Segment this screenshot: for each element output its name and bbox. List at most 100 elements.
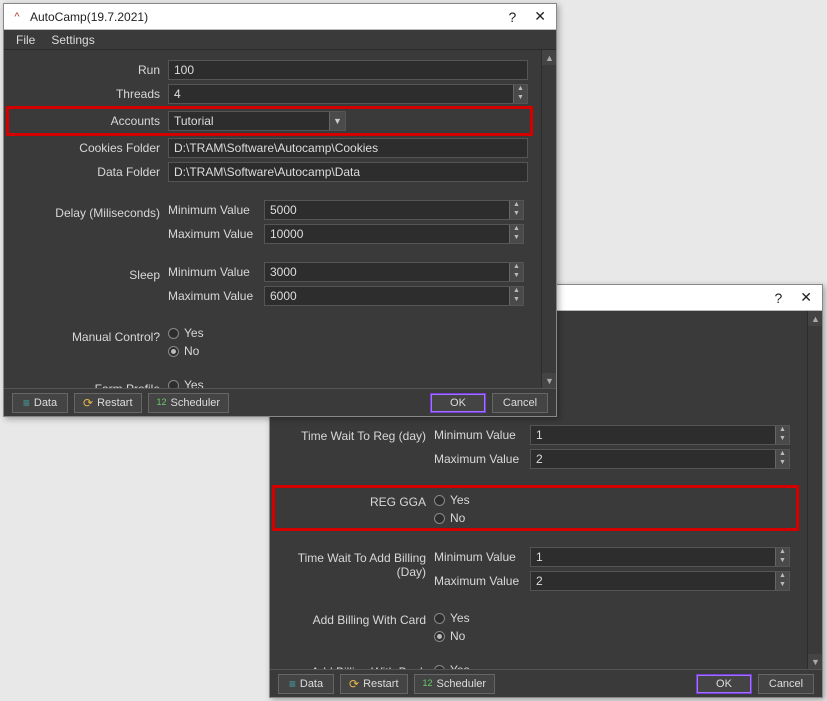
sleep-max-input[interactable]: 6000 — [264, 286, 524, 306]
spin-up-icon[interactable]: ▲ — [775, 548, 789, 557]
spin-down-icon[interactable]: ▼ — [513, 94, 527, 103]
settings-window-1: ^ AutoCamp(19.7.2021) ? ✕ File Settings … — [3, 3, 557, 417]
spin-down-icon[interactable]: ▼ — [775, 581, 789, 590]
row-accounts: Accounts Tutorial ▼ — [8, 108, 531, 134]
chevron-down-icon[interactable]: ▼ — [329, 112, 345, 130]
label-max: Maximum Value — [434, 574, 524, 588]
menubar: File Settings — [4, 30, 556, 50]
radio-icon — [434, 665, 445, 670]
row-time-wait-reg: Time Wait To Reg (day) Minimum Value 1 ▲… — [274, 425, 797, 469]
spin-up-icon[interactable]: ▲ — [509, 225, 523, 234]
label-min: Minimum Value — [434, 550, 524, 564]
manual-yes[interactable]: Yes — [168, 326, 204, 340]
ok-button[interactable]: OK — [696, 674, 752, 694]
radio-icon — [168, 380, 179, 389]
menu-settings[interactable]: Settings — [43, 32, 102, 48]
spin-down-icon[interactable]: ▼ — [509, 234, 523, 243]
row-sleep: Sleep Minimum Value 3000 ▲▼ Maximum Valu… — [8, 262, 531, 306]
spin-down-icon[interactable]: ▼ — [509, 296, 523, 305]
app-icon: ^ — [10, 10, 24, 24]
label-add-billing-card: Add Billing With Card — [274, 609, 434, 627]
scroll-down-icon[interactable]: ▼ — [808, 654, 822, 669]
menu-file[interactable]: File — [8, 32, 43, 48]
label-threads: Threads — [8, 87, 168, 101]
spin-up-icon[interactable]: ▲ — [775, 450, 789, 459]
billing-card-yes[interactable]: Yes — [434, 611, 470, 625]
row-run: Run 100 — [8, 60, 531, 80]
window-title: AutoCamp(19.7.2021) — [30, 10, 504, 24]
row-time-wait-billing: Time Wait To Add Billing (Day) Minimum V… — [274, 547, 797, 591]
sleep-min-input[interactable]: 3000 — [264, 262, 524, 282]
row-add-billing-card: Add Billing With Card Yes No — [274, 609, 797, 643]
row-manual-control: Manual Control? Yes No — [8, 324, 531, 358]
spin-up-icon[interactable]: ▲ — [775, 426, 789, 435]
billing-min-input[interactable]: 1 — [530, 547, 790, 567]
scheduler-button[interactable]: 12Scheduler — [148, 393, 230, 413]
radio-icon — [168, 346, 179, 357]
label-min: Minimum Value — [434, 428, 524, 442]
run-input[interactable]: 100 — [168, 60, 528, 80]
farm-yes[interactable]: Yes — [168, 378, 204, 388]
reg-gga-no[interactable]: No — [434, 511, 614, 525]
close-button[interactable]: ✕ — [530, 8, 550, 25]
label-data-folder: Data Folder — [8, 165, 168, 179]
body: Run 100 Threads 4 ▲▼ Accounts Tutorial ▼… — [4, 50, 556, 388]
help-button[interactable]: ? — [770, 290, 786, 306]
form-area: Run 100 Threads 4 ▲▼ Accounts Tutorial ▼… — [4, 50, 541, 388]
label-max: Maximum Value — [168, 227, 258, 241]
cancel-button[interactable]: Cancel — [758, 674, 814, 694]
help-button[interactable]: ? — [504, 9, 520, 25]
reg-min-input[interactable]: 1 — [530, 425, 790, 445]
row-data-folder: Data Folder D:\TRAM\Software\Autocamp\Da… — [8, 162, 531, 182]
accounts-value: Tutorial — [174, 114, 214, 128]
spin-up-icon[interactable]: ▲ — [509, 201, 523, 210]
scroll-up-icon[interactable]: ▲ — [808, 311, 822, 326]
threads-input[interactable]: 4 — [168, 84, 528, 104]
window-controls: ? ✕ — [504, 8, 550, 25]
spin-down-icon[interactable]: ▼ — [775, 557, 789, 566]
cancel-button[interactable]: Cancel — [492, 393, 548, 413]
cookies-folder-input[interactable]: D:\TRAM\Software\Autocamp\Cookies — [168, 138, 528, 158]
radio-icon — [168, 328, 179, 339]
radio-icon — [434, 513, 445, 524]
data-folder-input[interactable]: D:\TRAM\Software\Autocamp\Data — [168, 162, 528, 182]
spin-down-icon[interactable]: ▼ — [775, 459, 789, 468]
reg-max-input[interactable]: 2 — [530, 449, 790, 469]
window-controls: ? ✕ — [770, 289, 816, 306]
close-button[interactable]: ✕ — [796, 289, 816, 306]
calendar-icon: 12 — [423, 679, 433, 688]
scheduler-button[interactable]: 12Scheduler — [414, 674, 496, 694]
scroll-up-icon[interactable]: ▲ — [542, 50, 556, 65]
label-add-billing-bank: Add Billing With Bank — [274, 661, 434, 669]
spin-up-icon[interactable]: ▲ — [509, 263, 523, 272]
billing-max-input[interactable]: 2 — [530, 571, 790, 591]
label-farm-profile: Farm Profile — [8, 376, 168, 388]
manual-no[interactable]: No — [168, 344, 204, 358]
scrollbar[interactable]: ▲ ▼ — [807, 311, 822, 669]
scrollbar[interactable]: ▲ ▼ — [541, 50, 556, 388]
footer: ≡Data ⟳Restart 12Scheduler OK Cancel — [270, 669, 822, 697]
row-add-billing-bank: Add Billing With Bank Yes No — [274, 661, 797, 669]
spin-down-icon[interactable]: ▼ — [775, 435, 789, 444]
restart-button[interactable]: ⟳Restart — [340, 674, 408, 694]
delay-min-input[interactable]: 5000 — [264, 200, 524, 220]
radio-icon — [434, 631, 445, 642]
spin-up-icon[interactable]: ▲ — [775, 572, 789, 581]
billing-card-no[interactable]: No — [434, 629, 470, 643]
data-button[interactable]: ≡Data — [278, 674, 334, 694]
spin-down-icon[interactable]: ▼ — [509, 210, 523, 219]
accounts-combo[interactable]: Tutorial ▼ — [168, 111, 346, 131]
spin-down-icon[interactable]: ▼ — [509, 272, 523, 281]
data-button[interactable]: ≡Data — [12, 393, 68, 413]
ok-button[interactable]: OK — [430, 393, 486, 413]
spin-up-icon[interactable]: ▲ — [509, 287, 523, 296]
reg-gga-yes[interactable]: Yes — [434, 493, 614, 507]
restart-button[interactable]: ⟳Restart — [74, 393, 142, 413]
billing-bank-yes[interactable]: Yes — [434, 663, 470, 669]
row-delay: Delay (Miliseconds) Minimum Value 5000 ▲… — [8, 200, 531, 244]
delay-max-input[interactable]: 10000 — [264, 224, 524, 244]
radio-icon — [434, 495, 445, 506]
spin-up-icon[interactable]: ▲ — [513, 85, 527, 94]
scroll-down-icon[interactable]: ▼ — [542, 373, 556, 388]
label-time-wait-reg: Time Wait To Reg (day) — [274, 425, 434, 443]
